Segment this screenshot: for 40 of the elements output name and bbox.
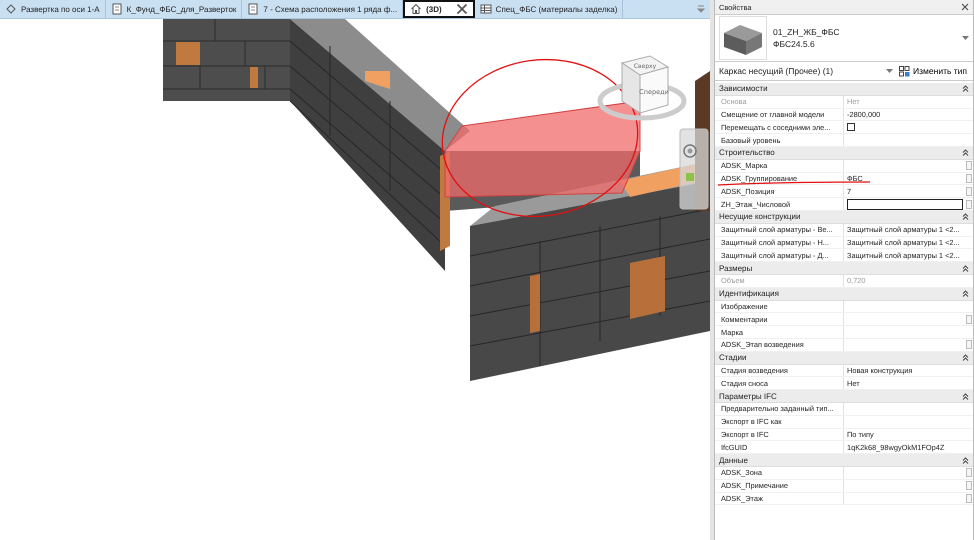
- checkbox[interactable]: [847, 123, 855, 132]
- collapse-icon[interactable]: [962, 213, 969, 220]
- view-icon: [110, 3, 123, 15]
- block-thumbnail: [719, 16, 767, 60]
- view-icon: [247, 3, 260, 15]
- group-header: Несущие конструкции: [719, 212, 800, 222]
- group-header: Данные: [719, 456, 748, 464]
- caret-icon[interactable]: [962, 36, 969, 40]
- edit-type-button[interactable]: Изменить тип: [897, 66, 969, 76]
- group-header: Параметры IFC: [719, 392, 777, 401]
- view-tab[interactable]: К_Фунд_ФБС_для_Разверток: [106, 0, 242, 18]
- collapse-icon[interactable]: [962, 149, 969, 156]
- view-tab[interactable]: Развертка по оси 1-А: [0, 0, 106, 18]
- group-header: Стадии: [719, 353, 746, 362]
- view-icon: [5, 3, 17, 15]
- view-icon: [410, 3, 422, 15]
- view-icon: [480, 3, 492, 15]
- caret-icon[interactable]: [886, 68, 894, 74]
- group-header: Размеры: [719, 264, 752, 273]
- collapse-icon[interactable]: [962, 354, 969, 362]
- input-field[interactable]: [847, 198, 963, 210]
- family-name: 01_ZH_ЖБ_ФБС: [773, 27, 840, 37]
- view-tab[interactable]: (3D): [403, 0, 475, 18]
- collapse-icon[interactable]: [962, 85, 969, 92]
- navigation-bar[interactable]: [680, 128, 708, 210]
- selected-block[interactable]: [444, 100, 640, 198]
- view-tab[interactable]: Спец_ФБС (материалы заделка): [474, 0, 624, 18]
- collapse-icon[interactable]: [962, 456, 969, 464]
- type-name: ФБС24.5.6: [773, 39, 816, 49]
- collapse-icon[interactable]: [962, 290, 969, 298]
- group-header: Идентификация: [719, 289, 779, 298]
- group-header: Строительство: [719, 148, 775, 158]
- close-icon[interactable]: [456, 3, 468, 15]
- collapse-icon[interactable]: [962, 392, 969, 400]
- category-dropdown[interactable]: Каркас несущий (Прочее) (1): [719, 66, 882, 76]
- edit-type-icon: [899, 66, 910, 76]
- collapse-icon[interactable]: [962, 264, 969, 272]
- dropdown-icon[interactable]: [696, 4, 706, 14]
- group-header: Зависимости: [719, 84, 768, 94]
- close-icon[interactable]: [961, 3, 969, 11]
